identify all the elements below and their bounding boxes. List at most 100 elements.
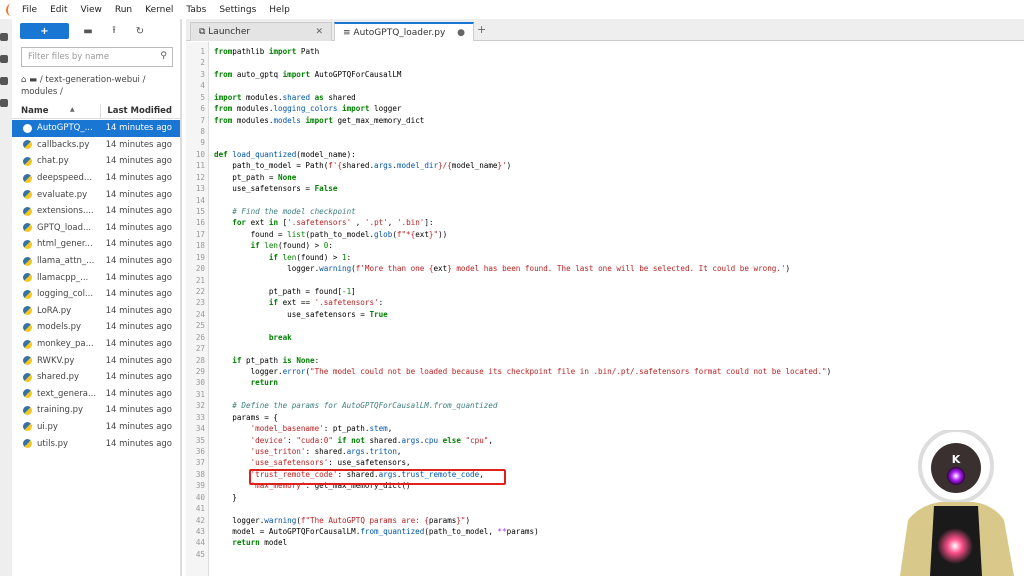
line-number: 6 [200, 104, 205, 114]
home-icon[interactable]: ⌂ ▬ [21, 75, 40, 85]
file-name: GPTQ_load... [37, 222, 92, 233]
file-row[interactable]: chat.py 14 minutes ago [12, 153, 180, 170]
file-row[interactable]: shared.py 14 minutes ago [12, 369, 180, 386]
new-launcher-button[interactable]: + [20, 23, 69, 39]
file-row[interactable]: callbacks.py 14 minutes ago [12, 137, 180, 154]
code-token: warning [319, 264, 352, 274]
menu-run[interactable]: Run [115, 5, 132, 15]
code-token: if [214, 241, 260, 251]
file-row[interactable]: monkey_pa... 14 minutes ago [12, 336, 180, 353]
code-token: f'More than one { [355, 264, 434, 274]
line-number: 36 [195, 447, 205, 457]
file-modified: 14 minutes ago [105, 438, 172, 449]
code-line: from modules.models import get_max_memor… [214, 116, 424, 125]
code-token: : [378, 298, 384, 308]
code-token: not [346, 435, 365, 445]
tab-launcher[interactable]: ⧉ Launcher ✕ [190, 22, 332, 41]
code-token: params) [506, 527, 539, 537]
file-row[interactable]: GPTQ_load... 14 minutes ago [12, 220, 180, 237]
python-file-icon [23, 156, 32, 166]
file-row[interactable]: llama_attn_... 14 minutes ago [12, 253, 180, 270]
code-token: Path [296, 47, 320, 56]
line-number: 27 [195, 344, 205, 354]
close-icon[interactable]: ✕ [315, 27, 323, 37]
code-token: len [259, 241, 279, 251]
menu-help[interactable]: Help [269, 5, 290, 15]
line-number: 42 [195, 515, 205, 525]
file-row[interactable]: text_genera... 14 minutes ago [12, 386, 180, 403]
code-token: from [214, 115, 233, 125]
code-line: if len(found) > 0: [214, 241, 333, 250]
file-row[interactable]: evaluate.py 14 minutes ago [12, 186, 180, 203]
highlight-box [249, 469, 506, 485]
file-modified: 14 minutes ago [105, 139, 172, 150]
line-number: 11 [195, 161, 205, 171]
code-line: logger.warning(f'More than one {ext} mod… [214, 264, 790, 273]
line-number: 13 [195, 184, 205, 194]
unsaved-dot-icon[interactable]: ● [457, 28, 465, 38]
menu-kernel[interactable]: Kernel [145, 5, 173, 15]
code-line: frompathlib import Path [214, 47, 319, 56]
file-modified: 14 minutes ago [105, 355, 172, 366]
code-token: (path_to_model. [305, 229, 375, 239]
upload-icon[interactable]: ⭱ [106, 23, 122, 39]
folder-icon[interactable] [0, 33, 8, 41]
file-row[interactable]: utils.py 14 minutes ago [12, 435, 180, 452]
line-number: 31 [195, 389, 205, 399]
line-number: 19 [195, 252, 205, 262]
tab-autogptq-loader[interactable]: ≡ AutoGPTQ_loader.py ● [334, 22, 474, 41]
file-row[interactable]: AutoGPTQ_... 14 minutes ago [12, 120, 180, 137]
code-token: models [273, 115, 301, 125]
file-name: logging_col... [37, 289, 94, 300]
code-token: # Define the params for AutoGPTQForCausa… [214, 401, 498, 411]
code-token: 'use_safetensors' [214, 458, 329, 468]
add-tab-button[interactable]: + [477, 23, 486, 36]
refresh-icon[interactable]: ↻ [132, 23, 148, 39]
menu-file[interactable]: File [22, 5, 37, 15]
file-row[interactable]: training.py 14 minutes ago [12, 402, 180, 419]
python-file-icon [23, 422, 32, 432]
menu-edit[interactable]: Edit [50, 5, 67, 15]
breadcrumb-path[interactable]: / text-generation-webui / modules / [21, 75, 145, 97]
code-token: path_to_model = Path( [214, 161, 329, 171]
line-number: 24 [195, 309, 205, 319]
column-name[interactable]: Name [21, 106, 48, 116]
file-modified: 14 minutes ago [105, 123, 172, 134]
file-row[interactable]: llamacpp_... 14 minutes ago [12, 269, 180, 286]
column-last-modified[interactable]: Last Modified [107, 106, 172, 116]
code-token: modules. [241, 92, 283, 102]
file-modified: 14 minutes ago [105, 189, 172, 200]
extensions-icon[interactable] [0, 99, 8, 107]
line-number: 40 [195, 492, 205, 502]
file-row[interactable]: deepspeed... 14 minutes ago [12, 170, 180, 187]
file-browser: + ▬ ⭱ ↻ Filter files by name ⚲ ⌂ ▬ / tex… [12, 19, 182, 576]
file-name: extensions.... [37, 206, 94, 217]
line-number-gutter: 1 2 3 4 5 6 7 8 9 10 11 12 13 14 15 16 17 18 19 20 21 22 23 24 2… [186, 42, 209, 576]
code-token: 'device' [214, 435, 288, 445]
menu-view[interactable]: View [81, 5, 102, 15]
code-token: : [328, 241, 333, 251]
menu-settings[interactable]: Settings [219, 5, 256, 15]
running-icon[interactable] [0, 55, 8, 63]
file-row[interactable]: extensions.... 14 minutes ago [12, 203, 180, 220]
new-folder-icon[interactable]: ▬ [80, 23, 96, 39]
filter-files-input[interactable]: Filter files by name ⚲ [21, 47, 173, 67]
file-row[interactable]: LoRA.py 14 minutes ago [12, 303, 180, 320]
python-file-icon [23, 206, 32, 216]
code-line: import modules.shared as shared [214, 93, 356, 102]
file-row[interactable]: ui.py 14 minutes ago [12, 419, 180, 436]
commands-icon[interactable] [0, 77, 8, 85]
file-row[interactable]: models.py 14 minutes ago [12, 319, 180, 336]
code-token: , [488, 435, 493, 445]
file-row[interactable]: logging_col... 14 minutes ago [12, 286, 180, 303]
file-row[interactable]: RWKV.py 14 minutes ago [12, 352, 180, 369]
file-row[interactable]: html_gener... 14 minutes ago [12, 236, 180, 253]
tab-label: Launcher [208, 27, 251, 37]
tab-bar: ⧉ Launcher ✕ ≡ AutoGPTQ_loader.py ● + [186, 19, 1024, 41]
code-token: ext [246, 218, 269, 228]
code-token: logger. [214, 264, 320, 274]
breadcrumb[interactable]: ⌂ ▬ / text-generation-webui / modules / [21, 74, 171, 98]
code-token: logger [369, 104, 402, 114]
file-modified: 14 minutes ago [105, 206, 172, 217]
menu-tabs[interactable]: Tabs [186, 5, 206, 15]
